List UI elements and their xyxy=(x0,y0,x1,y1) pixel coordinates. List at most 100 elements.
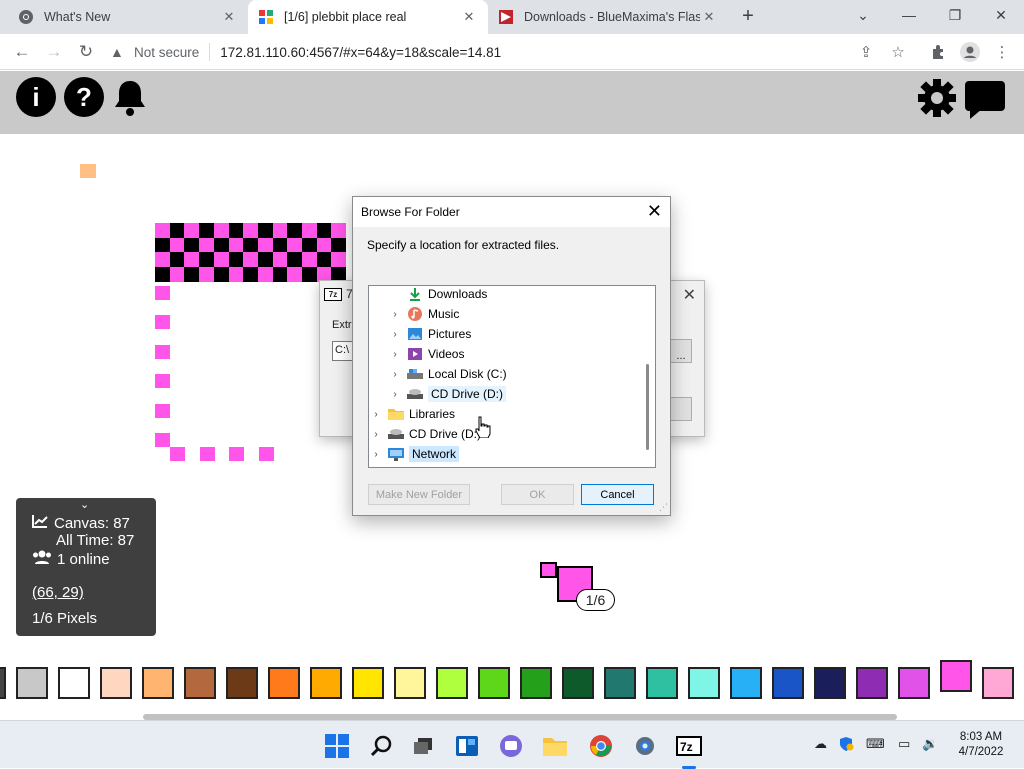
palette-swatch[interactable] xyxy=(688,667,720,699)
bookmark-star-icon[interactable]: ☆ xyxy=(886,40,910,64)
palette-swatch[interactable] xyxy=(646,667,678,699)
palette-swatch[interactable] xyxy=(142,667,174,699)
ok-button[interactable]: OK xyxy=(501,484,574,505)
tree-item[interactable]: Downloads xyxy=(388,286,487,304)
tree-scrollbar[interactable] xyxy=(646,364,649,450)
palette-swatch[interactable] xyxy=(16,667,48,699)
gear-icon[interactable] xyxy=(916,77,956,117)
close-icon[interactable]: ✕ xyxy=(683,285,696,305)
window-close-icon[interactable]: ✕ xyxy=(978,0,1024,30)
tree-item[interactable]: › Music xyxy=(388,304,459,324)
palette-swatch[interactable] xyxy=(0,667,6,699)
palette-swatch[interactable] xyxy=(982,667,1014,699)
reload-icon[interactable]: ↻ xyxy=(72,38,100,66)
address-bar[interactable]: ▲ Not secure 172.81.110.60:4567/#x=64&y=… xyxy=(110,38,920,66)
palette-swatch[interactable] xyxy=(310,667,342,699)
canvas-pixel xyxy=(199,267,215,283)
hand-cursor-icon xyxy=(475,416,491,441)
teams-chat-icon[interactable] xyxy=(498,733,524,759)
back-arrow-icon[interactable]: ← xyxy=(8,38,36,66)
onedrive-icon[interactable]: ☁ xyxy=(814,736,827,752)
chat-icon[interactable] xyxy=(964,77,1005,119)
tab-downloads[interactable]: Downloads - BlueMaxima's Flash ✕ xyxy=(488,0,728,34)
chevron-right-icon[interactable]: › xyxy=(388,369,402,380)
forward-arrow-icon[interactable]: → xyxy=(40,38,68,66)
tab-plebbit-place[interactable]: [1/6] plebbit place real ✕ xyxy=(248,0,488,34)
tree-item[interactable]: › Pictures xyxy=(388,324,471,344)
tree-item[interactable]: › Network xyxy=(369,444,460,464)
palette-swatch[interactable] xyxy=(268,667,300,699)
chevron-right-icon[interactable]: › xyxy=(388,349,402,360)
chevron-right-icon[interactable]: › xyxy=(388,389,402,400)
palette-swatch[interactable] xyxy=(100,667,132,699)
palette-swatch[interactable] xyxy=(394,667,426,699)
palette-swatch[interactable] xyxy=(436,667,468,699)
tab-whats-new[interactable]: What's New ✕ xyxy=(8,0,248,34)
make-new-folder-button[interactable]: Make New Folder xyxy=(368,484,470,505)
chevron-down-icon[interactable]: ⌄ xyxy=(80,498,89,511)
close-icon[interactable]: ✕ xyxy=(220,9,238,25)
help-icon[interactable]: ? xyxy=(64,77,104,117)
browse-button[interactable]: ... xyxy=(670,339,692,363)
file-explorer-icon[interactable] xyxy=(542,733,568,759)
tree-item[interactable]: › Videos xyxy=(388,344,464,364)
palette-swatch[interactable] xyxy=(520,667,552,699)
widgets-icon[interactable] xyxy=(454,733,480,759)
bell-icon[interactable] xyxy=(110,77,150,117)
chrome-icon[interactable] xyxy=(588,733,614,759)
chevron-right-icon[interactable]: › xyxy=(369,409,383,420)
palette-swatch[interactable] xyxy=(562,667,594,699)
profile-avatar-icon[interactable] xyxy=(958,40,982,64)
warning-triangle-icon[interactable]: ▲ xyxy=(110,44,126,60)
keyboard-icon[interactable]: ⌨ xyxy=(866,736,885,752)
palette-swatch[interactable] xyxy=(772,667,804,699)
tree-item[interactable]: › Libraries xyxy=(369,404,455,424)
windows-start-icon[interactable] xyxy=(324,733,350,759)
chevron-right-icon[interactable]: › xyxy=(369,449,383,460)
chevron-right-icon[interactable]: › xyxy=(388,309,402,320)
palette-swatch[interactable] xyxy=(940,660,972,692)
settings-icon[interactable] xyxy=(632,733,658,759)
volume-icon[interactable]: 🔉 xyxy=(922,736,938,752)
security-icon[interactable] xyxy=(838,736,854,755)
tab-search-chevron-icon[interactable]: ⌄ xyxy=(840,0,886,30)
task-view-icon[interactable] xyxy=(410,733,436,759)
system-clock[interactable]: 8:03 AM 4/7/2022 xyxy=(948,730,1014,760)
palette-swatch[interactable] xyxy=(730,667,762,699)
7zip-icon[interactable]: 7z xyxy=(676,733,702,759)
resize-grip-icon[interactable]: ⋰ xyxy=(659,502,668,513)
palette-swatch[interactable] xyxy=(478,667,510,699)
minimize-icon[interactable]: — xyxy=(886,0,932,30)
share-icon[interactable]: ⇪ xyxy=(854,40,878,64)
palette-swatch[interactable] xyxy=(898,667,930,699)
restore-icon[interactable]: ❐ xyxy=(932,0,978,30)
menu-kebab-icon[interactable]: ⋮ xyxy=(990,40,1014,64)
palette-swatch[interactable] xyxy=(814,667,846,699)
tree-item[interactable]: › CD Drive (D:) xyxy=(388,384,506,404)
palette-swatch[interactable] xyxy=(226,667,258,699)
palette-swatch[interactable] xyxy=(604,667,636,699)
palette-swatch[interactable] xyxy=(58,667,90,699)
tree-item[interactable]: › CD Drive (D:) xyxy=(369,424,481,444)
url-text[interactable]: 172.81.110.60:4567/#x=64&y=18&scale=14.8… xyxy=(220,45,501,60)
chevron-right-icon[interactable]: › xyxy=(388,329,402,340)
close-icon[interactable]: ✕ xyxy=(647,201,662,221)
close-icon[interactable]: ✕ xyxy=(460,9,478,25)
display-icon[interactable]: ▭ xyxy=(898,736,910,752)
palette-swatch[interactable] xyxy=(352,667,384,699)
close-icon[interactable]: ✕ xyxy=(700,9,718,25)
coordinates-link[interactable]: (66, 29) xyxy=(32,584,84,601)
tree-item[interactable]: › Local Disk (C:) xyxy=(388,364,506,384)
extensions-puzzle-icon[interactable] xyxy=(926,40,950,64)
security-label[interactable]: Not secure xyxy=(134,45,199,60)
chevron-right-icon[interactable]: › xyxy=(369,429,383,440)
palette-swatch[interactable] xyxy=(184,667,216,699)
cancel-button[interactable]: Cancel xyxy=(581,484,654,505)
folder-tree[interactable]: › Network › CD Drive (D:) › Libraries › CD Driv… xyxy=(368,285,656,468)
search-icon[interactable] xyxy=(368,733,394,759)
new-tab-button[interactable]: + xyxy=(736,4,760,28)
palette-swatch[interactable] xyxy=(856,667,888,699)
dialog-button[interactable] xyxy=(670,397,692,421)
dialog-titlebar[interactable]: Browse For Folder ✕ xyxy=(353,197,670,227)
info-icon[interactable]: i xyxy=(16,77,56,117)
